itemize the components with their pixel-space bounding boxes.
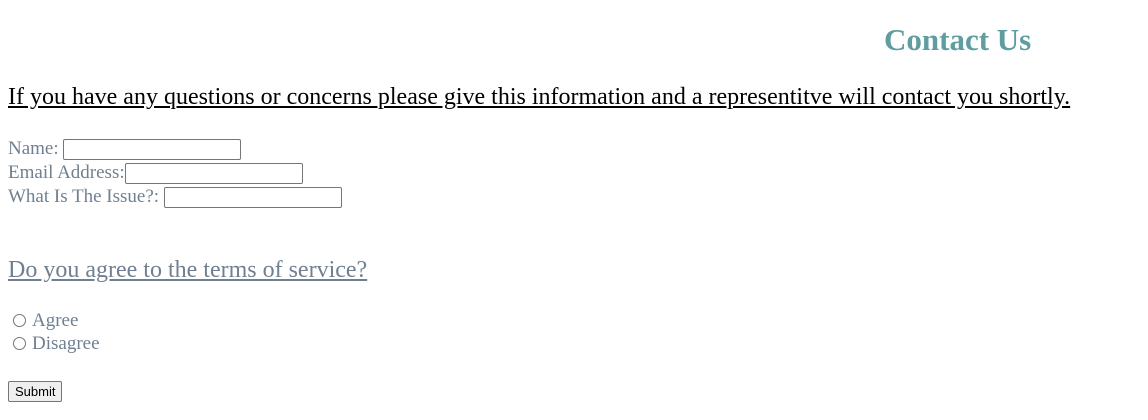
issue-field-row: What Is The Issue?: xyxy=(8,185,342,209)
intro-text: If you have any questions or concerns pl… xyxy=(8,84,1071,110)
name-field-row: Name: xyxy=(8,137,242,161)
disagree-radio[interactable] xyxy=(13,337,26,350)
submit-button[interactable]: Submit xyxy=(8,381,63,402)
issue-label: What Is The Issue?: xyxy=(8,186,164,207)
page-title: Contact Us xyxy=(884,22,1032,57)
name-label: Name: xyxy=(8,138,64,159)
disagree-label: Disagree xyxy=(32,333,100,354)
terms-question: Do you agree to the terms of service? xyxy=(8,257,368,283)
name-input[interactable] xyxy=(63,138,242,160)
issue-input[interactable] xyxy=(163,186,342,208)
agree-radio[interactable] xyxy=(13,314,26,327)
disagree-option[interactable]: Disagree xyxy=(8,332,100,355)
email-field-row: Email Address: xyxy=(8,161,303,185)
email-input[interactable] xyxy=(124,162,303,184)
agree-option[interactable]: Agree xyxy=(8,309,78,332)
email-label: Email Address: xyxy=(8,162,125,183)
agree-label: Agree xyxy=(32,310,79,331)
